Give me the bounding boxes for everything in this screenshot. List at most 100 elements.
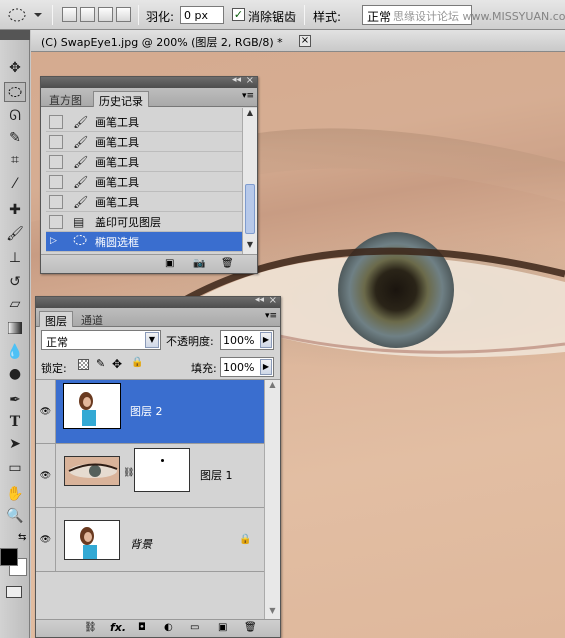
opacity-label: 不透明度: [166, 335, 214, 348]
trash-icon[interactable]: 🗑 [221, 258, 234, 269]
layer-name: 图层 2 [130, 405, 163, 418]
tools-panel-grip[interactable] [0, 30, 30, 40]
tab-layers[interactable]: 图层 [39, 311, 73, 328]
document-tab[interactable]: (C) SwapEye1.jpg @ 200% (图层 2, RGB/8) * … [31, 30, 565, 52]
tool-preset-picker[interactable] [6, 6, 44, 24]
brush-icon: 🖌 [73, 154, 89, 169]
opacity-arrow-icon[interactable]: ▶ [260, 332, 272, 348]
layer-lock-icon: 🔒 [239, 534, 252, 545]
elliptical-marquee-icon [73, 234, 87, 249]
tab-histogram[interactable]: 直方图 [44, 91, 87, 107]
add-to-selection-button[interactable] [80, 7, 95, 22]
feather-input[interactable] [180, 6, 224, 24]
tab-channels[interactable]: 通道 [76, 311, 108, 327]
collapse-icon[interactable]: ◂◂ [255, 295, 264, 305]
layers-panel-titlebar[interactable]: ◂◂ × [36, 295, 280, 308]
panel-menu-icon[interactable]: ▾≡ [265, 311, 277, 321]
history-item[interactable]: 🖌 画笔工具 [46, 152, 242, 172]
close-icon[interactable]: × [246, 75, 254, 86]
new-document-from-state-icon[interactable]: ▣ [165, 258, 174, 269]
history-item[interactable]: 🖌 画笔工具 [46, 192, 242, 212]
history-item-selected[interactable]: ▷ 椭圆选框 [46, 232, 242, 252]
new-selection-button[interactable] [62, 7, 77, 22]
history-item[interactable]: 🖌 画笔工具 [46, 112, 242, 132]
history-panel-titlebar[interactable]: ◂◂ × [41, 75, 257, 88]
scroll-thumb[interactable] [245, 184, 255, 234]
chevron-down-icon: ▼ [145, 332, 159, 348]
blur-tool-icon[interactable]: 💧 [4, 342, 26, 362]
elliptical-marquee-tool-icon[interactable] [4, 82, 26, 102]
intersect-selection-button[interactable] [116, 7, 131, 22]
scroll-down-arrow[interactable]: ▼ [243, 240, 257, 254]
crop-tool-icon[interactable]: ⌗ [4, 150, 26, 170]
fill-arrow-icon[interactable]: ▶ [260, 359, 272, 375]
opacity-input[interactable]: 100% ▶ [220, 330, 274, 350]
adjustment-layer-icon[interactable]: ◐ [164, 622, 173, 633]
subtract-from-selection-button[interactable] [98, 7, 113, 22]
add-mask-icon[interactable]: ◘ [138, 622, 146, 633]
quick-selection-tool-icon[interactable]: ✎ [4, 128, 26, 148]
layer-thumbnail [64, 520, 120, 560]
fill-input[interactable]: 100% ▶ [220, 357, 274, 377]
feather-label: 羽化: [146, 10, 175, 24]
elliptical-marquee-icon [8, 8, 42, 22]
dodge-tool-icon[interactable]: ● [4, 364, 26, 384]
layer-thumbnail [64, 456, 120, 486]
path-selection-tool-icon[interactable]: ➤ [4, 434, 26, 454]
new-group-icon[interactable]: ▭ [190, 622, 199, 633]
layer-style-fx-icon[interactable]: fx. [110, 621, 126, 634]
blend-mode-value: 正常 [46, 336, 68, 349]
layers-scrollbar[interactable]: ▲ ▼ [264, 380, 280, 620]
gradient-tool-icon[interactable] [4, 318, 26, 338]
move-tool-icon[interactable]: ✥ [4, 58, 26, 78]
scroll-up-arrow[interactable]: ▲ [243, 108, 257, 122]
zoom-tool-icon[interactable]: 🔍 [4, 506, 26, 526]
tab-history[interactable]: 历史记录 [93, 91, 149, 108]
close-icon[interactable]: × [269, 295, 277, 306]
hand-tool-icon[interactable]: ✋ [4, 484, 26, 504]
lock-all-icon[interactable]: 🔒 [131, 357, 143, 368]
pen-tool-icon[interactable]: ✒ [4, 390, 26, 410]
lock-position-icon[interactable]: ✥ [112, 357, 122, 371]
history-item[interactable]: 🖌 画笔工具 [46, 172, 242, 192]
scroll-down-arrow[interactable]: ▼ [265, 606, 280, 620]
history-scrollbar[interactable]: ▲ ▼ [242, 108, 257, 254]
visibility-eye-icon[interactable]: 👁 [36, 444, 56, 507]
layer-row-selected[interactable]: 👁 图层 2 [36, 380, 264, 444]
history-item[interactable]: ▤ 盖印可见图层 [46, 212, 242, 232]
trash-icon[interactable]: 🗑 [244, 622, 257, 633]
new-layer-icon[interactable]: ▣ [218, 622, 227, 633]
tools-panel: ✥ ᘏ ✎ ⌗ ⁄ ✚ 🖌 ⊥ ↺ ▱ 💧 ● ✒ T ➤ ▭ ✋ 🔍 ⇆ [0, 30, 30, 638]
layer-row[interactable]: 👁 背景 🔒 [36, 508, 264, 572]
layer-mask-thumbnail[interactable] [134, 448, 190, 492]
lock-image-icon[interactable]: ✎ [96, 357, 105, 370]
panel-menu-icon[interactable]: ▾≡ [242, 91, 254, 101]
blend-mode-select[interactable]: 正常 ▼ [41, 330, 161, 350]
quick-mask-button[interactable] [6, 586, 22, 598]
collapse-icon[interactable]: ◂◂ [232, 75, 241, 85]
history-brush-tool-icon[interactable]: ↺ [4, 272, 26, 292]
eyedropper-tool-icon[interactable]: ⁄ [4, 174, 26, 194]
healing-brush-tool-icon[interactable]: ✚ [4, 200, 26, 220]
foreground-color-swatch[interactable] [0, 548, 18, 566]
scroll-up-arrow[interactable]: ▲ [265, 380, 280, 394]
type-tool-icon[interactable]: T [4, 412, 26, 432]
brush-tool-icon[interactable]: 🖌 [4, 224, 26, 244]
fill-label: 填充: [191, 362, 217, 375]
eraser-tool-icon[interactable]: ▱ [4, 294, 26, 314]
layer-row[interactable]: 👁 ⛓ 图层 1 [36, 444, 264, 508]
new-snapshot-icon[interactable]: 📷 [193, 258, 205, 269]
clone-stamp-tool-icon[interactable]: ⊥ [4, 248, 26, 268]
swap-colors-icon[interactable]: ⇆ [18, 532, 26, 543]
lasso-tool-icon[interactable]: ᘏ [4, 106, 26, 126]
visibility-eye-icon[interactable]: 👁 [36, 380, 56, 443]
mask-link-icon[interactable]: ⛓ [123, 468, 134, 478]
rectangle-tool-icon[interactable]: ▭ [4, 458, 26, 478]
fill-value: 100% [223, 361, 255, 374]
visibility-eye-icon[interactable]: 👁 [36, 508, 56, 571]
antialias-checkbox[interactable]: ✓ [232, 8, 245, 21]
link-layers-icon[interactable]: ⛓ [84, 622, 97, 633]
history-item[interactable]: 🖌 画笔工具 [46, 132, 242, 152]
lock-transparent-icon[interactable] [78, 359, 89, 370]
document-close-button[interactable]: × [299, 35, 311, 47]
